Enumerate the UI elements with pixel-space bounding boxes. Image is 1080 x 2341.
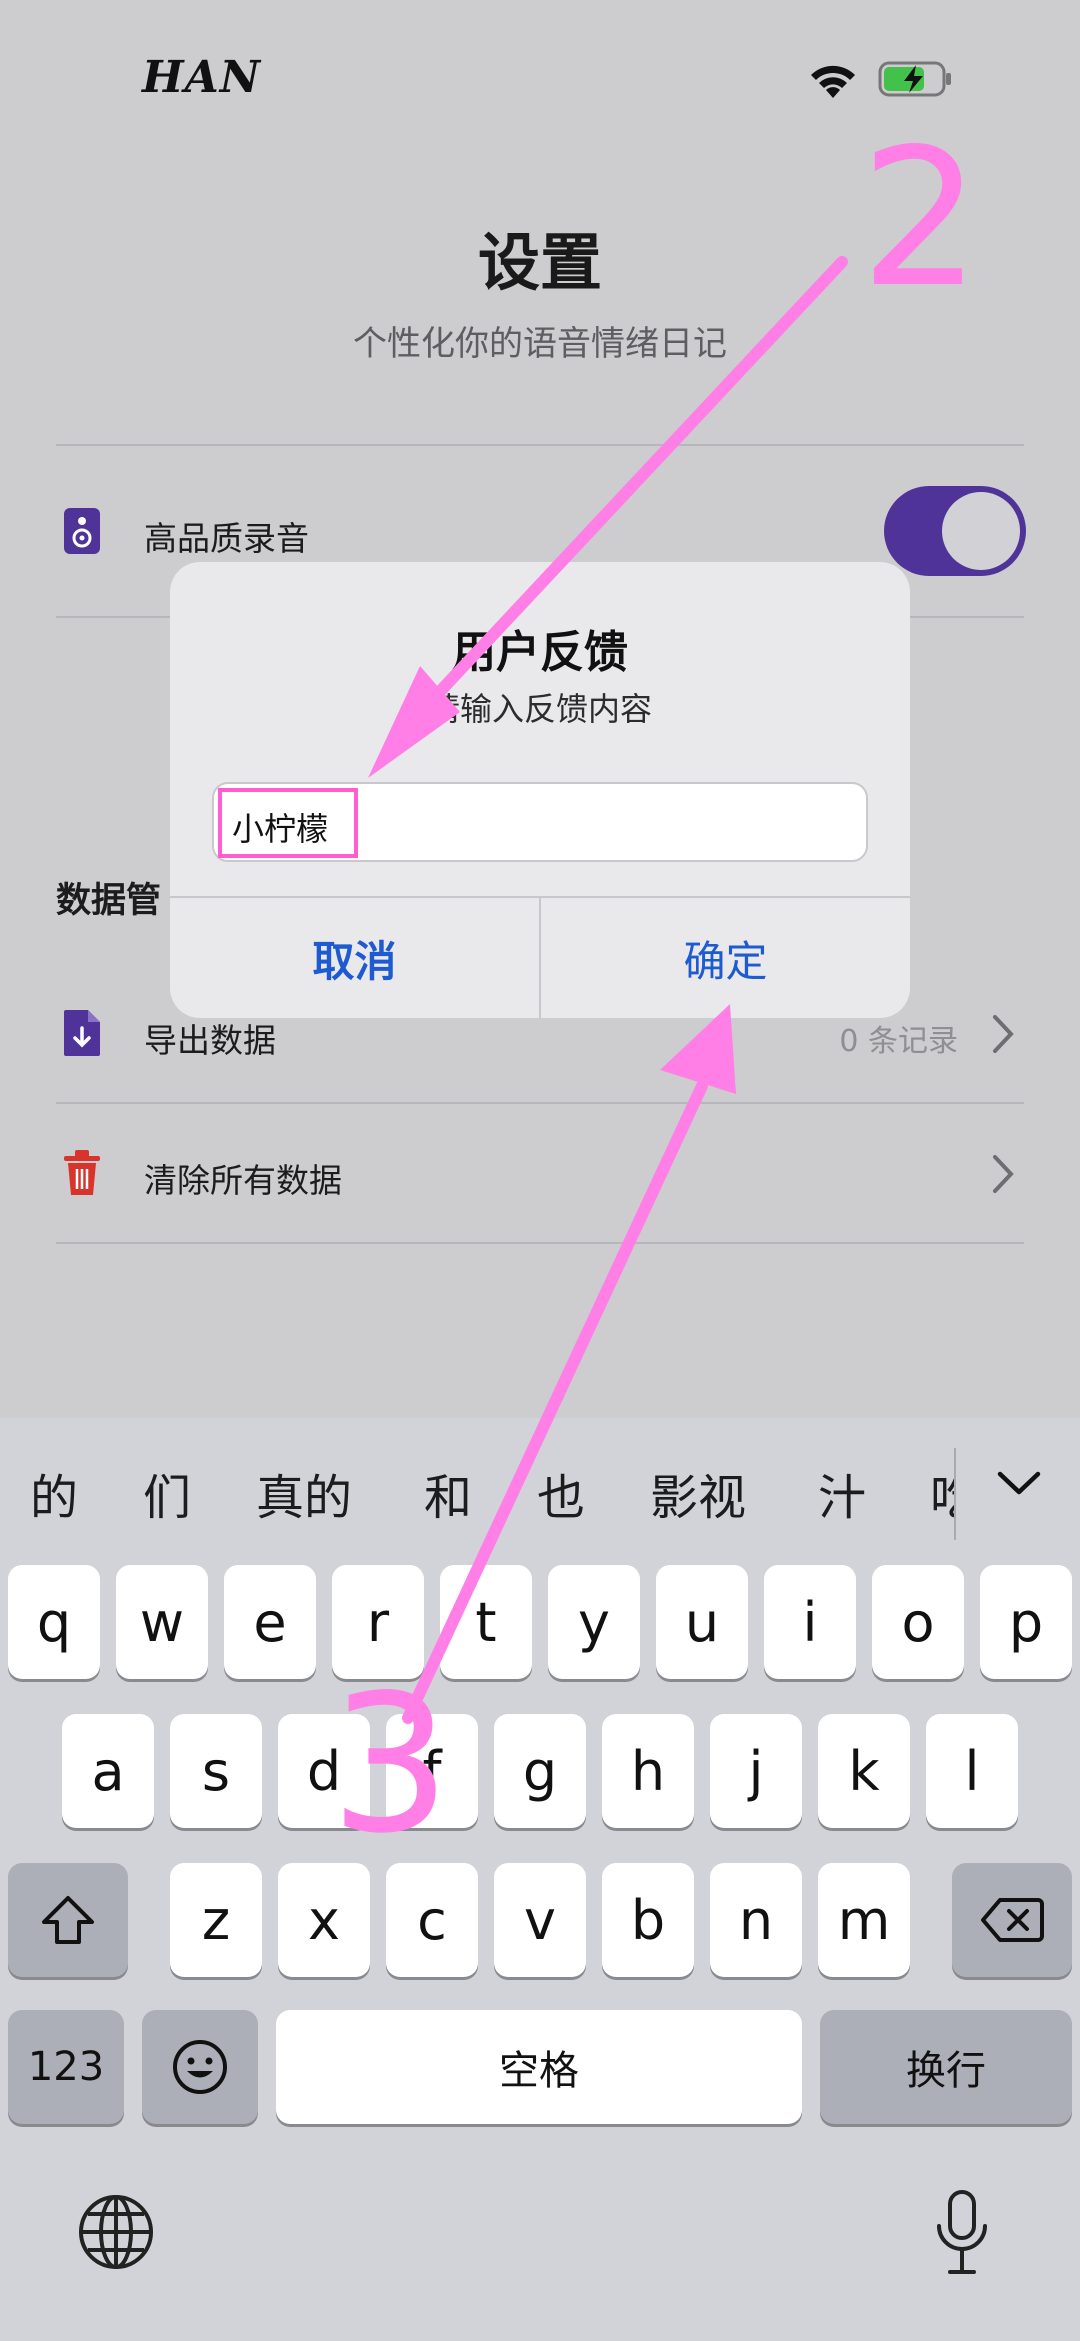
key-w[interactable]: w [116,1565,208,1679]
toggle-knob [942,492,1020,570]
alert-message: 请输入反馈内容 [427,690,652,728]
key-f[interactable]: f [386,1714,478,1828]
key-v[interactable]: v [494,1863,586,1977]
candidate-word[interactable]: 汁 [818,1458,866,1528]
emoji-key[interactable] [142,2010,258,2124]
globe-icon[interactable] [76,2192,156,2272]
battery-charging-icon [878,61,951,97]
feedback-alert: 用户反馈 请输入反馈内容 小柠檬 取消 确定 [170,562,910,1018]
feedback-input[interactable]: 小柠檬 [212,782,868,862]
status-carrier: HAN [142,52,261,103]
chevron-right-icon [993,1155,1014,1193]
divider [954,1448,956,1540]
key-r[interactable]: r [332,1565,424,1679]
key-d[interactable]: d [278,1714,370,1828]
key-s[interactable]: s [170,1714,262,1828]
candidate-word[interactable]: 影视 [650,1458,746,1528]
shift-icon [42,1896,94,1944]
candidate-word[interactable]: 也 [537,1458,585,1528]
key-h[interactable]: h [602,1714,694,1828]
key-n[interactable]: n [710,1863,802,1977]
key-x[interactable]: x [278,1863,370,1977]
key-l[interactable]: l [926,1714,1018,1828]
feedback-input-value: 小柠檬 [232,810,329,848]
export-file-icon [64,1010,100,1056]
key-g[interactable]: g [494,1714,586,1828]
key-a[interactable]: a [62,1714,154,1828]
chevron-down-icon[interactable] [994,1464,1044,1504]
key-m[interactable]: m [818,1863,910,1977]
return-key[interactable]: 换行 [820,2010,1072,2124]
high-quality-recording-toggle[interactable] [884,486,1026,576]
divider [56,444,1024,446]
candidate-word[interactable]: 的 [30,1458,78,1528]
data-section-header: 数据管 [56,881,162,921]
microphone-icon[interactable] [932,2188,992,2278]
candidate-bar: 的 们 真的 和 也 影视 汁 吃 [0,1418,1080,1568]
key-c[interactable]: c [386,1863,478,1977]
key-b[interactable]: b [602,1863,694,1977]
divider [56,1242,1024,1244]
key-e[interactable]: e [224,1565,316,1679]
candidate-word[interactable]: 和 [424,1458,472,1528]
key-j[interactable]: j [710,1714,802,1828]
page-subtitle: 个性化你的语音情绪日记 [353,324,727,364]
clear-all-data-label: 清除所有数据 [144,1161,342,1200]
export-record-count: 0 条记录 [839,1024,958,1059]
key-z[interactable]: z [170,1863,262,1977]
numbers-key[interactable]: 123 [8,2010,124,2124]
key-i[interactable]: i [764,1565,856,1679]
high-quality-recording-label: 高品质录音 [144,519,309,558]
key-p[interactable]: p [980,1565,1072,1679]
candidate-word[interactable]: 吃 [930,1458,954,1528]
shift-key[interactable] [8,1863,128,1977]
backspace-key[interactable] [952,1863,1072,1977]
key-y[interactable]: y [548,1565,640,1679]
divider [56,1102,1024,1104]
trash-icon [64,1150,100,1195]
candidate-word[interactable]: 们 [143,1458,191,1528]
cancel-button[interactable]: 取消 [170,898,539,1018]
key-o[interactable]: o [872,1565,964,1679]
key-k[interactable]: k [818,1714,910,1828]
page-title: 设置 [477,226,602,299]
key-u[interactable]: u [656,1565,748,1679]
export-data-label: 导出数据 [144,1021,276,1060]
key-q[interactable]: q [8,1565,100,1679]
confirm-button[interactable]: 确定 [541,898,910,1018]
key-t[interactable]: t [440,1565,532,1679]
emoji-icon [173,2040,227,2094]
backspace-icon [981,1898,1044,1942]
wifi-icon [811,65,855,98]
candidate-word[interactable]: 真的 [256,1458,352,1528]
space-key[interactable]: 空格 [276,2010,802,2124]
chevron-right-icon [993,1015,1014,1053]
speaker-icon [64,508,100,554]
alert-title: 用户反馈 [452,627,628,678]
